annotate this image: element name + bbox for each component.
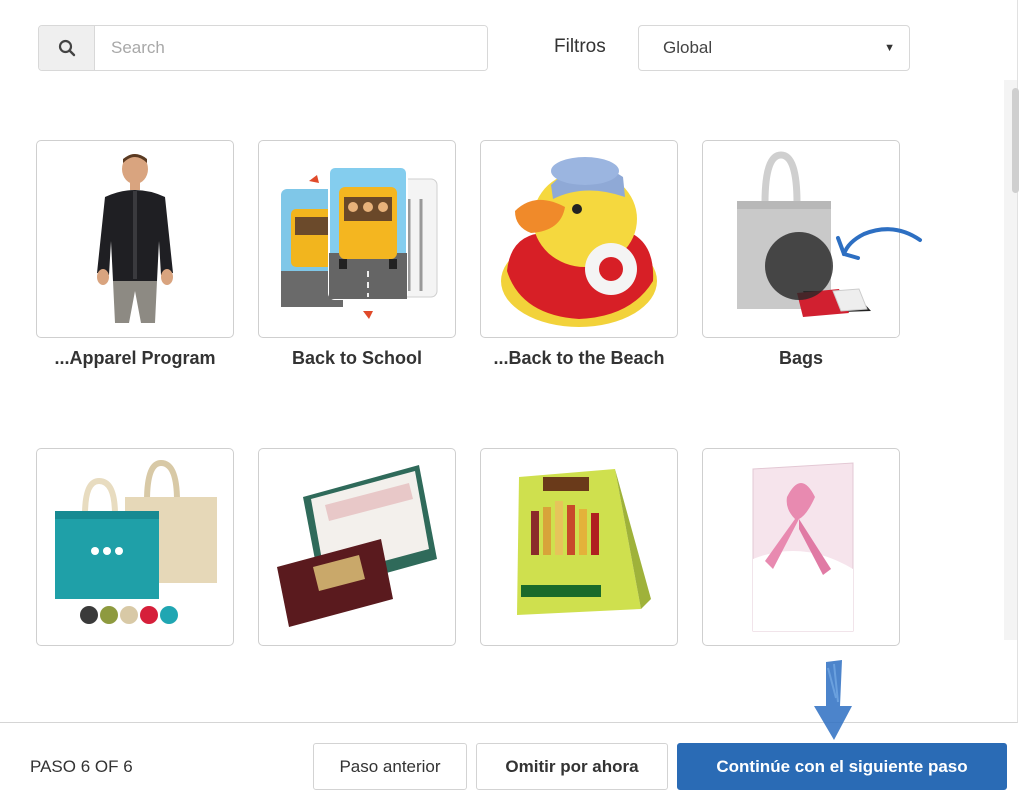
category-image-breast-cancer[interactable] <box>702 448 900 646</box>
category-tile-totes[interactable] <box>36 448 234 680</box>
category-panel: Filtros Global ▼ ...Apparel Program <box>0 0 1019 723</box>
skip-button[interactable]: Omitir por ahora <box>476 743 668 790</box>
school-bus-luggage-tags-image <box>281 166 438 319</box>
check-icon <box>785 289 899 337</box>
category-label <box>36 656 234 680</box>
category-tile-breast-cancer[interactable] <box>702 448 900 680</box>
category-tile-back-to-school[interactable]: Back to School <box>258 140 456 372</box>
tote-bags-image <box>55 459 217 624</box>
category-tile-checkbook[interactable] <box>258 448 456 680</box>
category-image-bags[interactable] <box>702 140 900 338</box>
rubber-duck-image <box>501 157 657 327</box>
category-label: Bags <box>778 348 823 368</box>
checkbook-cover-image <box>277 465 437 627</box>
search-input[interactable] <box>95 26 487 70</box>
filter-selected-value: Global <box>663 38 713 57</box>
selected-check-badge <box>765 232 899 337</box>
table-tent-image <box>517 469 651 615</box>
category-label: ...Back to the Beach <box>493 348 665 368</box>
category-image-totes[interactable] <box>36 448 234 646</box>
chevron-down-icon: ▼ <box>884 42 895 54</box>
awareness-booklet-image <box>752 462 854 632</box>
category-tile-beach[interactable]: ...Back to the Beach <box>480 140 678 372</box>
category-image-table-tent[interactable] <box>480 448 678 646</box>
category-image-back-to-school[interactable] <box>258 140 456 338</box>
previous-step-button[interactable]: Paso anterior <box>313 743 467 790</box>
category-label <box>480 656 678 680</box>
search-icon <box>58 39 75 57</box>
continue-button[interactable]: Continúe con el siguiente paso <box>677 743 1007 790</box>
category-label <box>258 656 456 680</box>
category-image-apparel[interactable] <box>36 140 234 338</box>
category-tile-apparel[interactable]: ...Apparel Program <box>36 140 234 372</box>
category-label <box>702 656 900 680</box>
category-image-beach[interactable] <box>480 140 678 338</box>
man-in-jacket-image <box>97 154 173 323</box>
search-addon[interactable] <box>39 26 95 70</box>
filter-select[interactable]: Global ▼ <box>638 25 910 71</box>
scrollbar-thumb[interactable] <box>1012 88 1019 193</box>
filter-label: Filtros <box>554 36 606 57</box>
category-tile-table-tent[interactable] <box>480 448 678 680</box>
category-image-checkbook[interactable] <box>258 448 456 646</box>
category-label: Back to School <box>291 348 423 368</box>
category-label: ...Apparel Program <box>54 348 216 368</box>
step-indicator: PASO 6 OF 6 <box>30 757 133 776</box>
search-group <box>38 25 488 71</box>
category-tile-bags[interactable]: Bags <box>702 140 900 372</box>
